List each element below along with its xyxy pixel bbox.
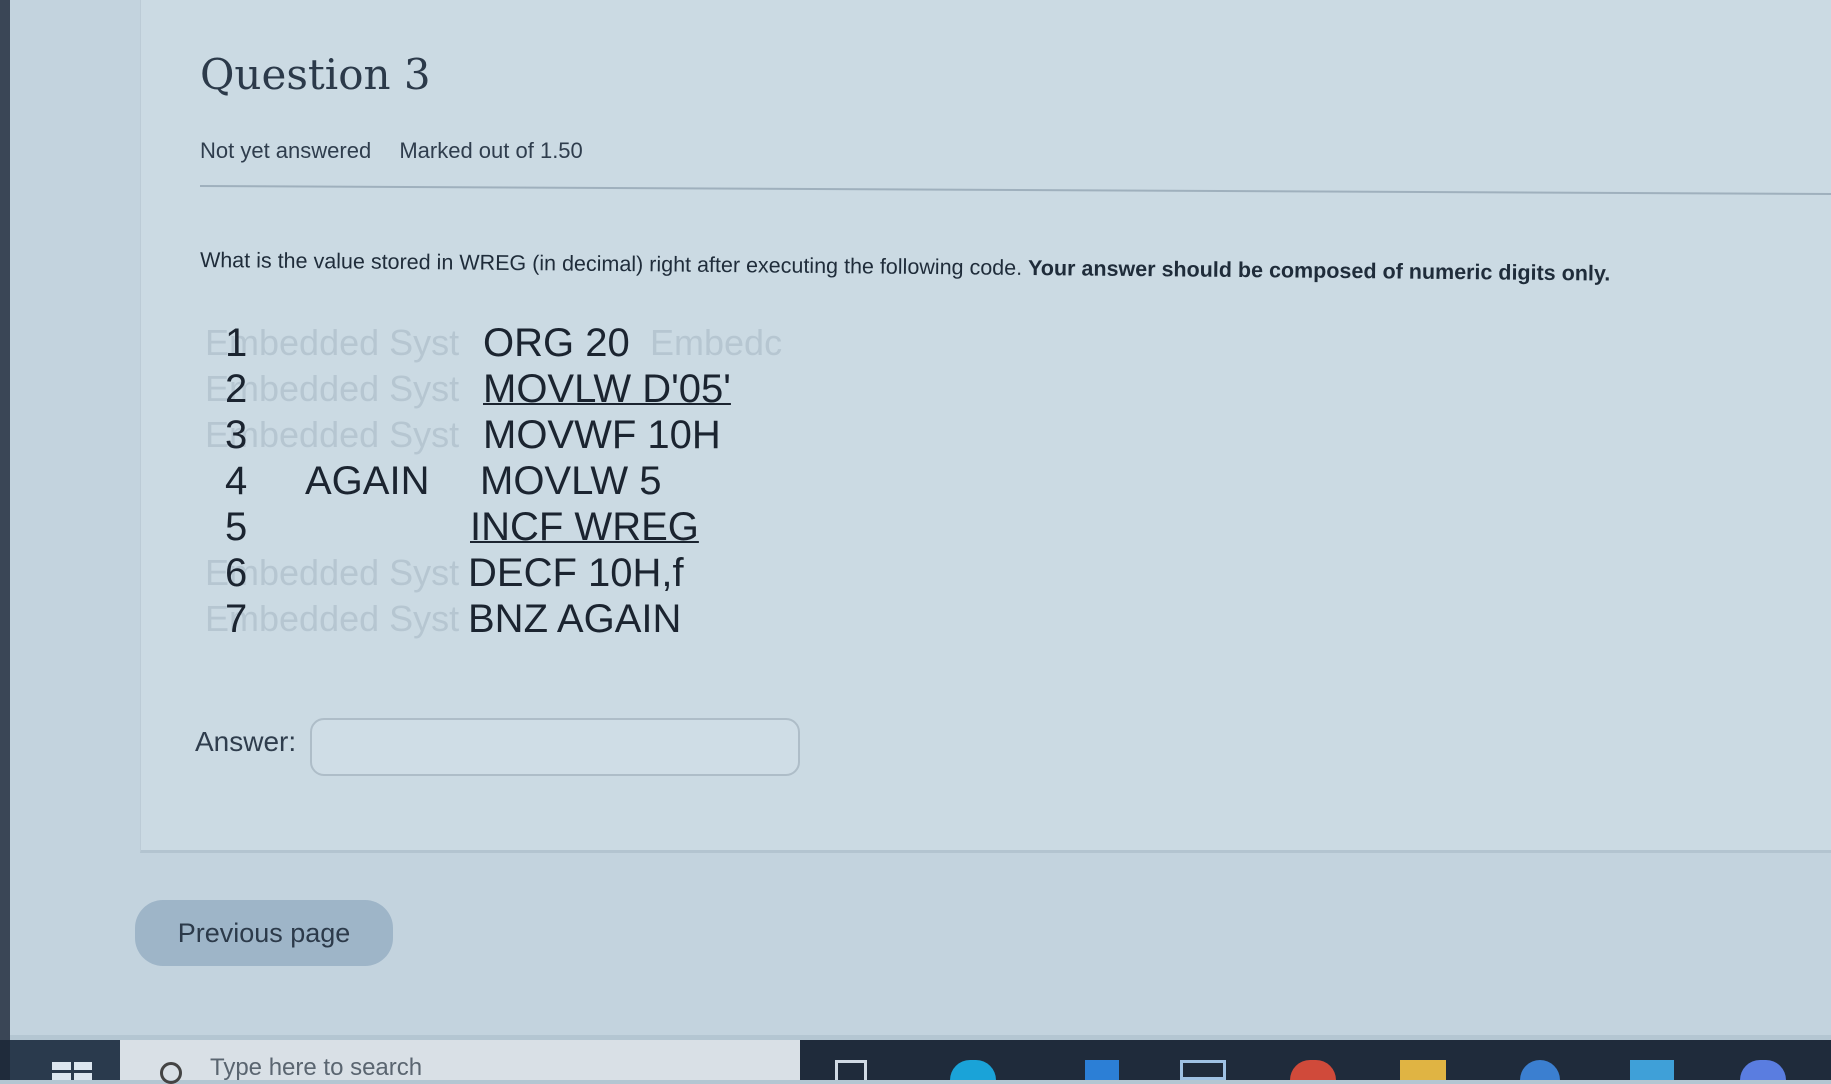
search-icon xyxy=(160,1062,182,1084)
code-instruction: MOVLW 5 xyxy=(480,459,662,503)
folder-icon[interactable] xyxy=(1400,1060,1446,1080)
code-instruction: INCF WREG xyxy=(470,505,699,549)
code-instruction: MOVLW D'05' xyxy=(483,367,731,411)
taskbar: Type here to search xyxy=(0,1040,1831,1084)
code-instruction: BNZ AGAIN xyxy=(468,597,682,641)
previous-page-button[interactable]: Previous page xyxy=(135,900,393,966)
search-placeholder: Type here to search xyxy=(210,1054,423,1081)
settings-icon[interactable] xyxy=(1740,1060,1786,1080)
question-title: Question 3 xyxy=(200,50,431,99)
screen-bezel xyxy=(0,0,10,1040)
store-icon[interactable] xyxy=(1520,1060,1560,1080)
mail-icon[interactable] xyxy=(1085,1060,1119,1080)
line-number: 5 xyxy=(225,505,248,549)
line-number: 7 xyxy=(225,597,248,641)
code-image: Embedded Syst 1 ORG 20 Embedc Embedded S… xyxy=(200,320,800,660)
line-number: 3 xyxy=(225,413,248,457)
question-marks: Marked out of 1.50 xyxy=(399,138,583,163)
monitor-icon[interactable] xyxy=(1180,1060,1226,1080)
line-number: 1 xyxy=(225,321,248,365)
answer-input[interactable] xyxy=(310,718,800,776)
start-button[interactable] xyxy=(10,1040,120,1080)
prompt-instruction: Your answer should be composed of numeri… xyxy=(1027,255,1611,286)
line-number: 2 xyxy=(225,367,248,411)
line-number: 6 xyxy=(225,551,248,595)
question-status: Not yet answered xyxy=(200,138,372,163)
answer-label: Answer: xyxy=(195,726,297,757)
watermark-text: Embedc xyxy=(650,322,783,363)
question-info: Not yet answered Marked out of 1.50 xyxy=(200,138,605,164)
task-view-icon[interactable] xyxy=(835,1060,867,1080)
line-number: 4 xyxy=(225,459,248,503)
code-instruction: DECF 10H,f xyxy=(468,551,684,595)
windows-icon xyxy=(52,1062,92,1080)
code-label: AGAIN xyxy=(305,459,430,503)
taskbar-search[interactable]: Type here to search xyxy=(120,1040,800,1084)
code-instruction: MOVWF 10H xyxy=(483,413,721,457)
code-instruction: ORG 20 xyxy=(483,321,630,365)
app-icon[interactable] xyxy=(1630,1060,1674,1080)
chrome-icon[interactable] xyxy=(1290,1060,1336,1080)
edge-icon[interactable] xyxy=(950,1060,996,1080)
